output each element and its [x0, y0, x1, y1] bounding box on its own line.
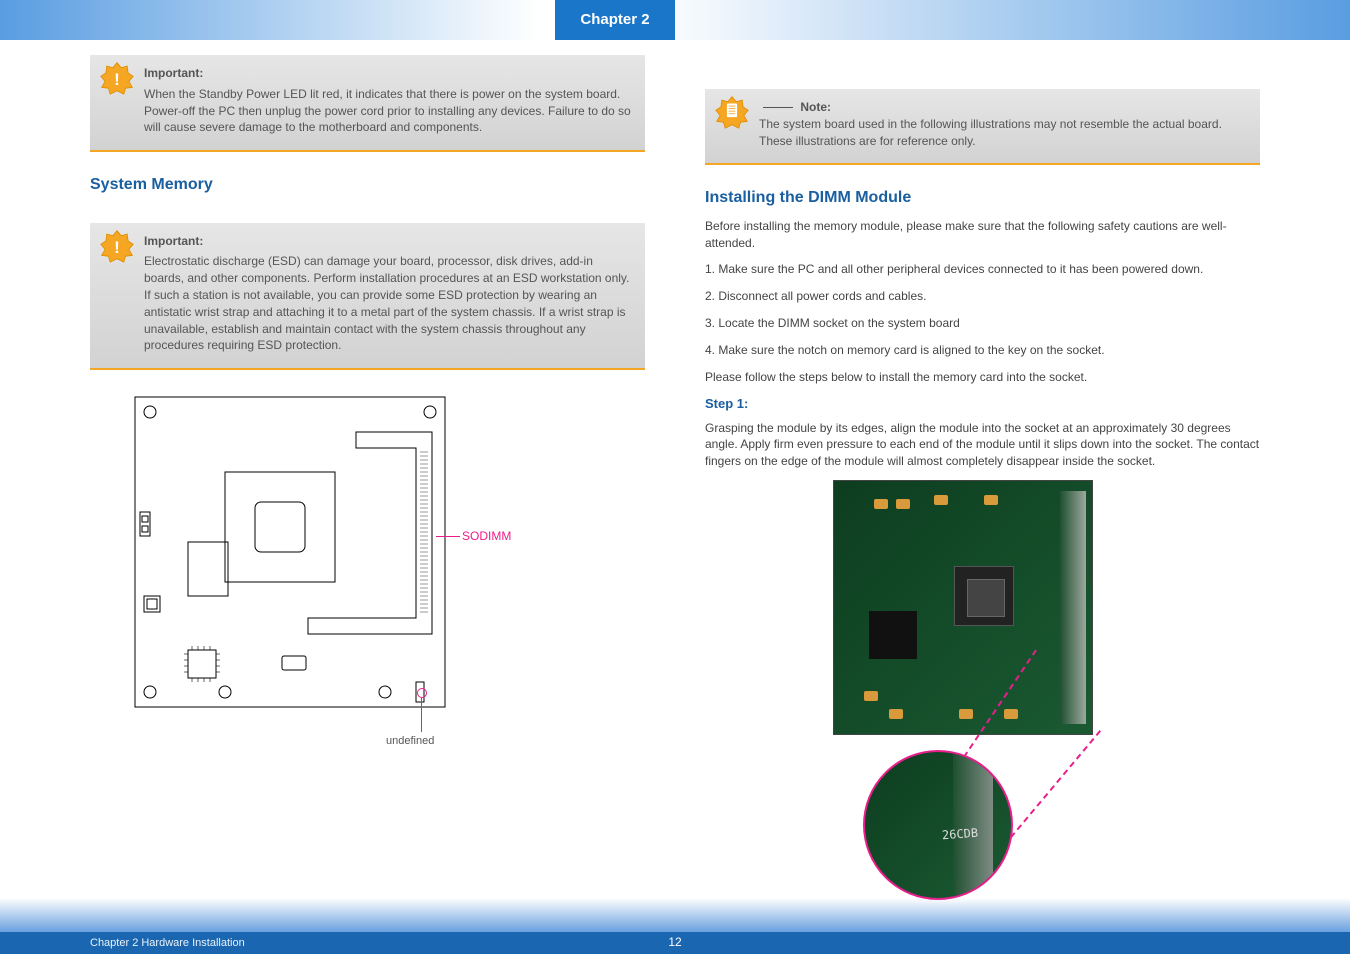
install-step-4: 4. Make sure the notch on memory card is… [705, 342, 1260, 359]
header-strip: Chapter 2 [0, 0, 1350, 40]
callout-text: When the Standby Power LED lit red, it i… [144, 86, 631, 136]
note-icon [715, 95, 749, 129]
step1-body: Grasping the module by its edges, align … [705, 420, 1260, 470]
heading-system-memory: System Memory [90, 174, 645, 196]
capacitor-icon [934, 495, 948, 505]
header-gradient-left [0, 0, 540, 40]
warning-icon: ! [100, 229, 134, 263]
sodimm-leader-line [436, 536, 460, 537]
step1-heading: Step 1: [705, 395, 1260, 413]
pcb-outline-svg [130, 392, 450, 712]
edge-connector-icon [1060, 491, 1086, 724]
cpu-chip-icon [954, 566, 1014, 626]
board-serial-label: 26CDB [942, 825, 979, 844]
capacitor-icon [889, 709, 903, 719]
callout-title: Important: [144, 65, 631, 82]
note-title-row: Note: [759, 99, 1246, 116]
note-callout: Note: The system board used in the follo… [705, 89, 1260, 165]
sodimm-label: SODIMM [462, 528, 511, 545]
install-followup-text: Please follow the steps below to install… [705, 369, 1260, 386]
magnifier-circle: 26CDB [863, 750, 1013, 900]
capacitor-icon [864, 691, 878, 701]
footer-strip: Chapter 2 Hardware Installation 12 [0, 894, 1350, 954]
footer-bar: Chapter 2 Hardware Installation 12 [0, 932, 1350, 954]
capacitor-icon [984, 495, 998, 505]
board-photo-figure: 26CDB [833, 480, 1133, 920]
footer-chapter-label: Chapter 2 Hardware Installation [90, 936, 245, 951]
board-photo [833, 480, 1093, 735]
capacitor-icon [896, 499, 910, 509]
install-step-2: 2. Disconnect all power cords and cables… [705, 288, 1260, 305]
callout-text: Electrostatic discharge (ESD) can damage… [144, 253, 631, 354]
install-step-3: 3. Locate the DIMM socket on the system … [705, 315, 1260, 332]
capacitor-icon [1004, 709, 1018, 719]
heading-installing-dimm: Installing the DIMM Module [705, 187, 1260, 209]
page-number: 12 [668, 934, 681, 951]
callout-text: The system board used in the following i… [759, 116, 1246, 150]
right-column: Note: The system board used in the follo… [705, 55, 1260, 894]
install-intro-text: Before installing the memory module, ple… [705, 218, 1260, 252]
warning-icon: ! [100, 61, 134, 95]
callout-title: Note: [800, 100, 831, 114]
footer-gradient [0, 898, 1350, 932]
content-area: ! Important: When the Standby Power LED … [0, 55, 1350, 894]
chapter-tab: Chapter 2 [555, 0, 675, 40]
install-step-1: 1. Make sure the PC and all other periph… [705, 261, 1260, 278]
board-diagram: SODIMM undefined [130, 392, 560, 752]
header-gradient-right [650, 0, 1350, 40]
memory-chip-icon [869, 611, 917, 659]
undefined-label: undefined [386, 734, 434, 749]
capacitor-icon [874, 499, 888, 509]
capacitor-icon [959, 709, 973, 719]
left-column: ! Important: When the Standby Power LED … [90, 55, 645, 894]
svg-text:!: ! [114, 237, 120, 256]
important-callout-1: ! Important: When the Standby Power LED … [90, 55, 645, 152]
important-callout-2: ! Important: Electrostatic discharge (ES… [90, 223, 645, 371]
callout-title: Important: [144, 233, 631, 250]
undefined-leader-line [421, 698, 422, 732]
svg-text:!: ! [114, 70, 120, 89]
